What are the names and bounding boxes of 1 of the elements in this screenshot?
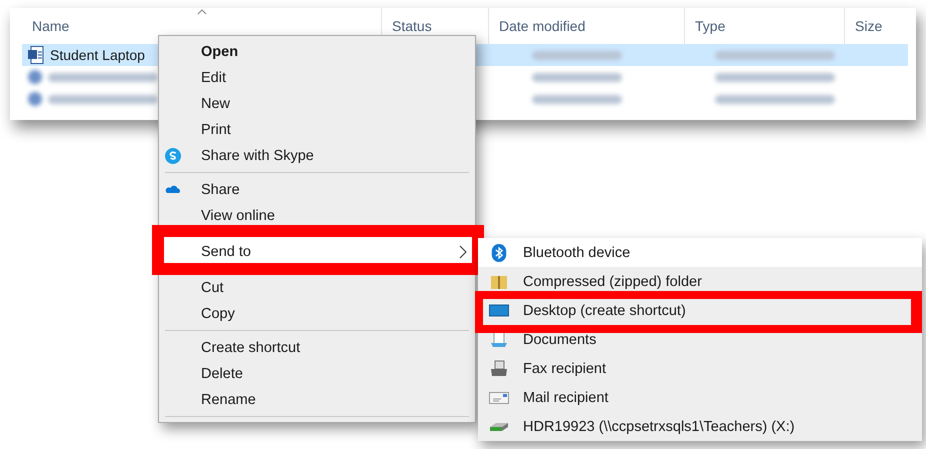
file-name: Student Laptop [50,47,145,63]
